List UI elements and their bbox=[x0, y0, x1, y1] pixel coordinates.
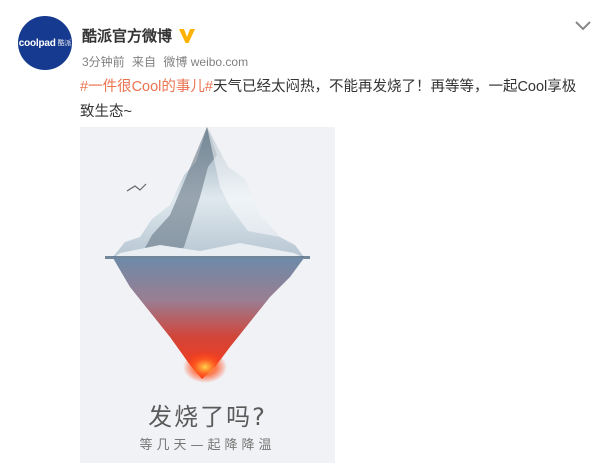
poster-subtitle: 等几天—起降降温 bbox=[139, 438, 276, 453]
avatar[interactable]: coolpad 酷派 bbox=[18, 16, 72, 70]
post-text: #一件很Cool的事儿#天气已经太闷热，不能再发烧了！再等等，一起Cool享极致… bbox=[80, 75, 590, 125]
username-row: 酷派官方微博 bbox=[82, 25, 196, 46]
source-prefix: 来自 bbox=[132, 55, 157, 69]
verified-v-icon bbox=[179, 28, 196, 43]
post-source[interactable]: 微博 weibo.com bbox=[163, 55, 248, 69]
post-meta: 3分钟前 来自 微博 weibo.com bbox=[82, 53, 252, 70]
username-link[interactable]: 酷派官方微博 bbox=[82, 25, 172, 46]
chevron-down-icon[interactable] bbox=[574, 19, 592, 31]
post-image[interactable]: 发烧了吗? 等几天—起降降温 bbox=[80, 127, 335, 463]
hashtag-link[interactable]: #一件很Cool的事儿# bbox=[80, 79, 213, 95]
poster-title: 发烧了吗? bbox=[148, 403, 267, 431]
avatar-sub-text: 酷派 bbox=[57, 40, 72, 47]
post-time[interactable]: 3分钟前 bbox=[82, 55, 125, 69]
avatar-brand-text: coolpad bbox=[18, 37, 56, 49]
